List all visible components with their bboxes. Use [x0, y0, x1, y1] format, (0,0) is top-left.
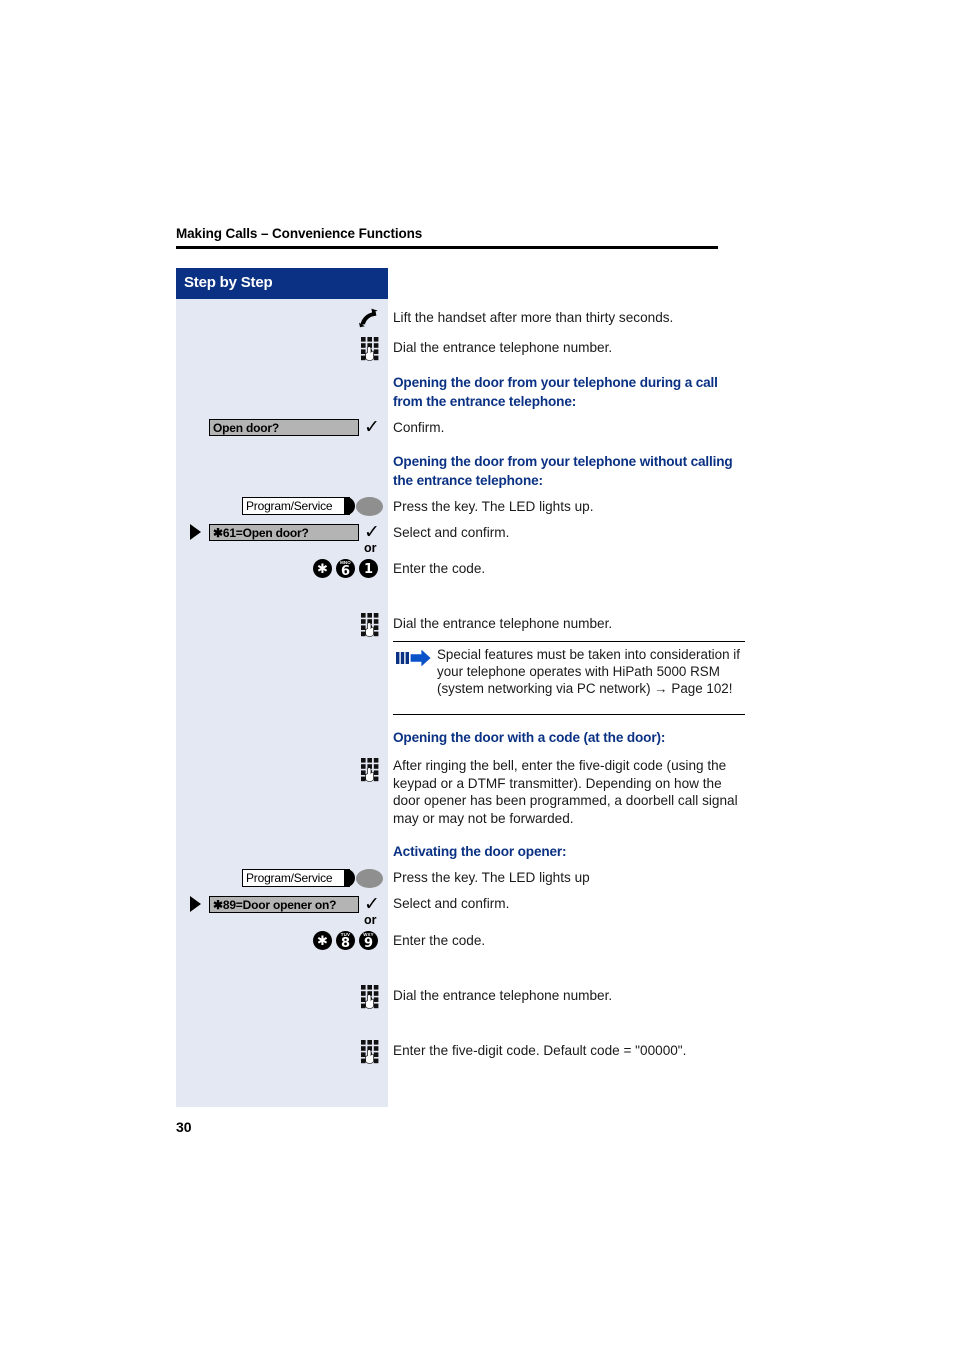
step-text-with-code: After ringing the bell, enter the five-d… [393, 758, 738, 826]
step-text-select-confirm-2: Select and confirm. [393, 896, 510, 911]
key-program-service-text-2: Program/Service [246, 871, 333, 885]
key-program-service-label-1[interactable]: Program/Service [242, 497, 350, 515]
menu-item-open-door[interactable]: ✱61=Open door? [209, 524, 359, 541]
or-label-2: or [364, 913, 377, 927]
select-arrow-icon-2 [190, 896, 201, 912]
keypad-icon [361, 613, 380, 637]
or-label-1: or [364, 541, 377, 555]
key-program-service-label-2[interactable]: Program/Service [242, 869, 350, 887]
handset-icon [358, 308, 382, 328]
note-rule-top [393, 641, 745, 643]
keypad-icon [361, 337, 380, 361]
step-text-lift-handset: Lift the handset after more than thirty … [393, 310, 674, 325]
heading-activating: Activating the door opener: [393, 844, 567, 859]
menu-item-door-opener-on[interactable]: ✱89=Door opener on? [209, 896, 359, 913]
keycap-nine[interactable]: WXY 9 [359, 931, 378, 950]
page-number: 30 [176, 1119, 192, 1135]
heading-without-calling: Opening the door from your telephone wit… [393, 454, 733, 488]
header-rule [176, 246, 718, 249]
keycap-nine-main: 9 [363, 936, 374, 951]
manual-page: Making Calls – Convenience Functions Ste… [0, 0, 954, 1351]
keycap-six[interactable]: MNO 6 [336, 559, 355, 578]
display-open-door-label: Open door? [213, 421, 279, 435]
step-text-default-code: Enter the five-digit code. Default code … [393, 1043, 687, 1058]
check-icon: ✓ [364, 893, 380, 915]
step-text-press-key-2: Press the key. The LED lights up [393, 870, 590, 885]
keypad-icon [361, 1040, 380, 1064]
step-text-dial-entrance-3: Dial the entrance telephone number. [393, 988, 613, 1003]
key-led-icon-1[interactable] [356, 497, 383, 516]
step-text-confirm: Confirm. [393, 420, 445, 435]
step-text-select-confirm-1: Select and confirm. [393, 525, 510, 540]
keypad-icon [361, 758, 380, 782]
step-by-step-banner: Step by Step [176, 268, 388, 299]
heading-during-call: Opening the door from your telephone dur… [393, 375, 718, 409]
step-text-dial-entrance-1: Dial the entrance telephone number. [393, 340, 613, 355]
arrow-note-icon [396, 648, 432, 668]
step-by-step-banner-label: Step by Step [184, 274, 273, 291]
keycap-eight-main: 8 [340, 936, 351, 951]
display-open-door[interactable]: Open door? [209, 419, 359, 436]
check-icon: ✓ [364, 521, 380, 543]
step-by-step-panel [176, 268, 388, 1107]
keycap-star-1[interactable]: ✱ [313, 559, 332, 578]
heading-with-code: Opening the door with a code (at the doo… [393, 730, 666, 745]
step-text-enter-code-1: Enter the code. [393, 561, 486, 576]
keycap-six-main: 6 [340, 564, 351, 579]
menu-item-door-opener-on-label: ✱89=Door opener on? [213, 898, 337, 912]
keycap-star-main-2: ✱ [317, 933, 328, 949]
keycap-eight[interactable]: TUV 8 [336, 931, 355, 950]
select-arrow-icon-1 [190, 524, 201, 540]
running-head: Making Calls – Convenience Functions [176, 226, 423, 241]
check-icon: ✓ [364, 416, 380, 438]
keycap-star-2[interactable]: ✱ [313, 931, 332, 950]
step-text-dial-entrance-2: Dial the entrance telephone number. [393, 616, 613, 631]
menu-item-open-door-label: ✱61=Open door? [213, 526, 309, 540]
step-text-enter-code-2: Enter the code. [393, 933, 486, 948]
note-rule-bottom [393, 714, 745, 716]
keypad-icon [361, 985, 380, 1009]
keycap-one[interactable]: 1 [359, 559, 378, 578]
key-led-icon-2[interactable] [356, 869, 383, 888]
keycap-one-main: 1 [363, 561, 374, 577]
key-program-service-text-1: Program/Service [246, 499, 333, 513]
note-text: Special features must be taken into cons… [437, 647, 740, 697]
step-text-press-key-1: Press the key. The LED lights up. [393, 499, 594, 514]
keycap-star-main-1: ✱ [317, 561, 328, 577]
